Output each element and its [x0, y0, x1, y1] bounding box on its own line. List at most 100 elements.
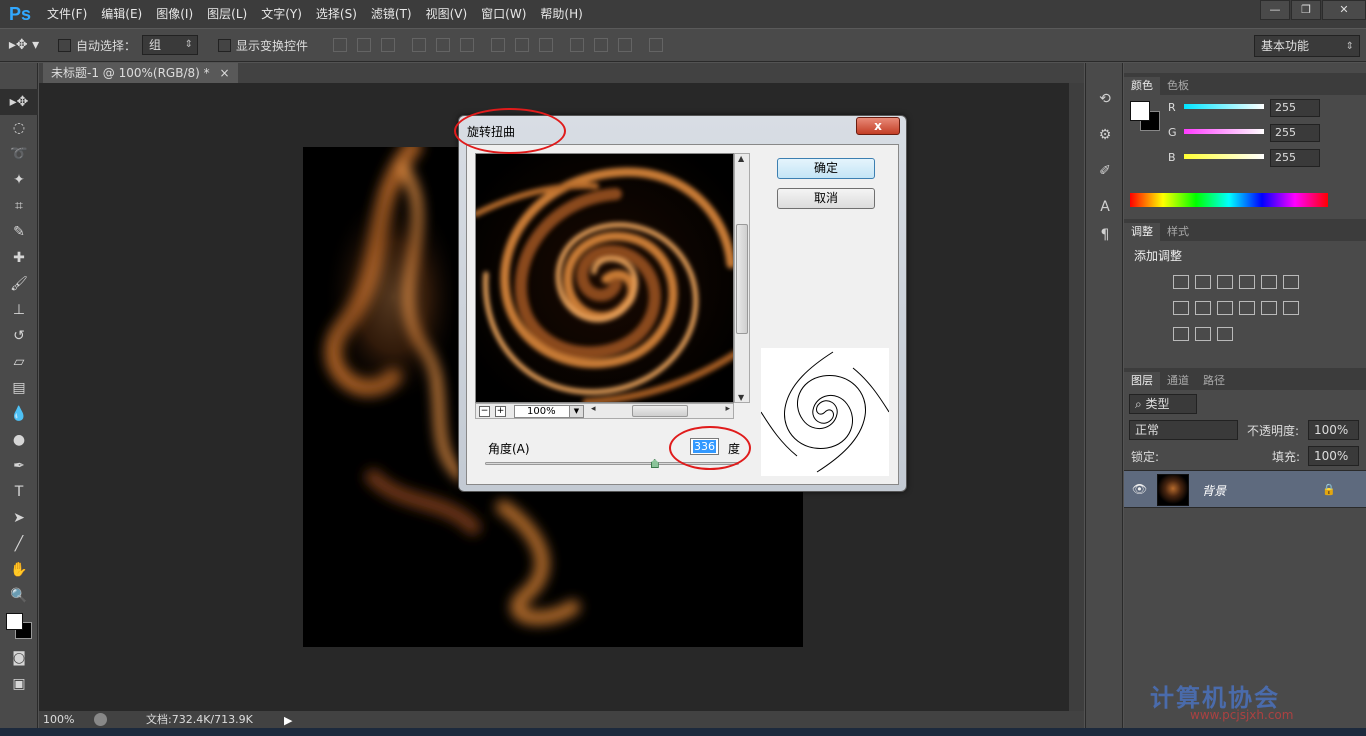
- history-panel-icon[interactable]: ⟲: [1086, 85, 1124, 113]
- history-brush-icon[interactable]: ↺: [0, 323, 38, 349]
- visibility-eye-icon[interactable]: 👁: [1132, 482, 1147, 496]
- eyedropper-icon[interactable]: ✎: [0, 219, 38, 245]
- channel-mixer-icon[interactable]: [1239, 301, 1255, 315]
- invert-icon[interactable]: [1283, 301, 1299, 315]
- blur-icon[interactable]: 💧: [0, 401, 38, 427]
- tab-color[interactable]: 颜色: [1124, 77, 1160, 95]
- angle-input[interactable]: 336: [690, 438, 719, 455]
- channel-b-value[interactable]: 255: [1270, 149, 1320, 167]
- close-tab-icon[interactable]: ×: [219, 66, 229, 80]
- align-top-icon[interactable]: [333, 38, 348, 52]
- menu-file[interactable]: 文件(F): [40, 0, 94, 28]
- fill-field[interactable]: 100%: [1308, 446, 1359, 466]
- ok-button[interactable]: 确定: [777, 158, 875, 179]
- layer-row[interactable]: 👁 背景 🔒: [1124, 470, 1366, 508]
- eraser-icon[interactable]: ▱: [0, 349, 38, 375]
- clone-stamp-icon[interactable]: ⊥: [0, 297, 38, 323]
- hand-icon[interactable]: ✋: [0, 557, 38, 583]
- preview-vertical-scrollbar[interactable]: ▲ ▼: [734, 153, 750, 403]
- levels-icon[interactable]: [1195, 275, 1211, 289]
- close-window-icon[interactable]: ✕: [1322, 0, 1366, 20]
- filter-preview[interactable]: [475, 153, 734, 403]
- pen-icon[interactable]: ✒: [0, 453, 38, 479]
- auto-select-checkbox[interactable]: [58, 38, 71, 52]
- paragraph-panel-icon[interactable]: ¶: [1086, 221, 1124, 249]
- tab-channels[interactable]: 通道: [1160, 372, 1196, 390]
- menu-filter[interactable]: 滤镜(T): [364, 0, 419, 28]
- zoom-icon[interactable]: 🔍: [0, 583, 38, 609]
- lasso-icon[interactable]: ➰: [0, 141, 38, 167]
- curves-icon[interactable]: [1217, 275, 1233, 289]
- restore-icon[interactable]: ❐: [1291, 0, 1321, 20]
- auto-select-dropdown[interactable]: 组: [142, 35, 199, 55]
- brush-presets-icon[interactable]: ✐: [1086, 157, 1124, 185]
- color-spectrum-bar[interactable]: [1130, 193, 1328, 207]
- tab-adjustments[interactable]: 调整: [1124, 223, 1160, 241]
- move-tool-preset-icon[interactable]: ▸✥ ▾: [0, 37, 48, 53]
- screen-mode-icon[interactable]: ▣: [0, 671, 38, 697]
- color-swatches[interactable]: [0, 609, 37, 645]
- dodge-icon[interactable]: ●: [0, 427, 38, 453]
- align-vcenter-icon[interactable]: [357, 38, 372, 52]
- minimize-icon[interactable]: —: [1260, 0, 1290, 20]
- preview-vertical-scroll-thumb[interactable]: [736, 224, 748, 334]
- threshold-icon[interactable]: [1195, 327, 1211, 341]
- canvas-vertical-scrollbar[interactable]: [1069, 83, 1084, 711]
- tab-styles[interactable]: 样式: [1160, 223, 1196, 241]
- path-selection-icon[interactable]: ➤: [0, 505, 38, 531]
- channel-r-slider[interactable]: [1184, 104, 1264, 109]
- menu-view[interactable]: 视图(V): [419, 0, 475, 28]
- tab-paths[interactable]: 路径: [1196, 372, 1232, 390]
- menu-edit[interactable]: 编辑(E): [94, 0, 149, 28]
- distribute-left-icon[interactable]: [570, 38, 585, 52]
- photo-filter-icon[interactable]: [1217, 301, 1233, 315]
- scroll-right-arrow-icon[interactable]: ▸: [725, 404, 730, 414]
- properties-panel-icon[interactable]: ⚙: [1086, 121, 1124, 149]
- distribute-vcenter-icon[interactable]: [515, 38, 530, 52]
- tab-swatches[interactable]: 色板: [1160, 77, 1196, 95]
- distribute-hcenter-icon[interactable]: [594, 38, 609, 52]
- scroll-up-arrow-icon[interactable]: ▲: [738, 154, 744, 163]
- status-zoom[interactable]: 100%: [43, 711, 74, 728]
- document-tab[interactable]: 未标题-1 @ 100%(RGB/8) * ×: [43, 63, 238, 83]
- hue-saturation-icon[interactable]: [1283, 275, 1299, 289]
- channel-g-value[interactable]: 255: [1270, 124, 1320, 142]
- zoom-out-button[interactable]: −: [479, 406, 490, 417]
- menu-layer[interactable]: 图层(L): [200, 0, 254, 28]
- share-icon[interactable]: [94, 713, 107, 726]
- layer-name[interactable]: 背景: [1202, 482, 1226, 499]
- distribute-bottom-icon[interactable]: [539, 38, 554, 52]
- distribute-top-icon[interactable]: [491, 38, 506, 52]
- align-bottom-icon[interactable]: [381, 38, 396, 52]
- character-panel-icon[interactable]: A: [1086, 193, 1124, 221]
- channel-b-slider[interactable]: [1184, 154, 1264, 159]
- line-icon[interactable]: ╱: [0, 531, 38, 557]
- menu-select[interactable]: 选择(S): [309, 0, 364, 28]
- preview-zoom-field[interactable]: 100% ▼: [514, 405, 584, 418]
- zoom-dropdown-icon[interactable]: ▼: [569, 406, 583, 417]
- cancel-button[interactable]: 取消: [777, 188, 875, 209]
- scroll-down-arrow-icon[interactable]: ▼: [738, 393, 744, 402]
- channel-r-value[interactable]: 255: [1270, 99, 1320, 117]
- quick-mask-icon[interactable]: ◙: [0, 645, 38, 671]
- zoom-in-button[interactable]: +: [495, 406, 506, 417]
- color-balance-icon[interactable]: [1173, 301, 1189, 315]
- layer-filter-dropdown[interactable]: ⌕ 类型: [1129, 394, 1197, 414]
- menu-window[interactable]: 窗口(W): [474, 0, 533, 28]
- brush-icon[interactable]: 🖌: [0, 271, 38, 297]
- distribute-right-icon[interactable]: [618, 38, 633, 52]
- color-lookup-icon[interactable]: [1261, 301, 1277, 315]
- blend-mode-dropdown[interactable]: 正常: [1129, 420, 1238, 440]
- type-icon[interactable]: T: [0, 479, 38, 505]
- posterize-icon[interactable]: [1173, 327, 1189, 341]
- black-white-icon[interactable]: [1195, 301, 1211, 315]
- move-tool-icon[interactable]: ▸✥: [0, 89, 38, 115]
- status-menu-arrow-icon[interactable]: ▶: [284, 712, 292, 729]
- align-hcenter-icon[interactable]: [436, 38, 451, 52]
- brightness-icon[interactable]: [1173, 275, 1189, 289]
- menu-image[interactable]: 图像(I): [149, 0, 200, 28]
- show-transform-checkbox[interactable]: [218, 38, 232, 52]
- gradient-map-icon[interactable]: [1217, 327, 1233, 341]
- preview-horizontal-scroll-thumb[interactable]: [632, 405, 688, 417]
- menu-type[interactable]: 文字(Y): [254, 0, 309, 28]
